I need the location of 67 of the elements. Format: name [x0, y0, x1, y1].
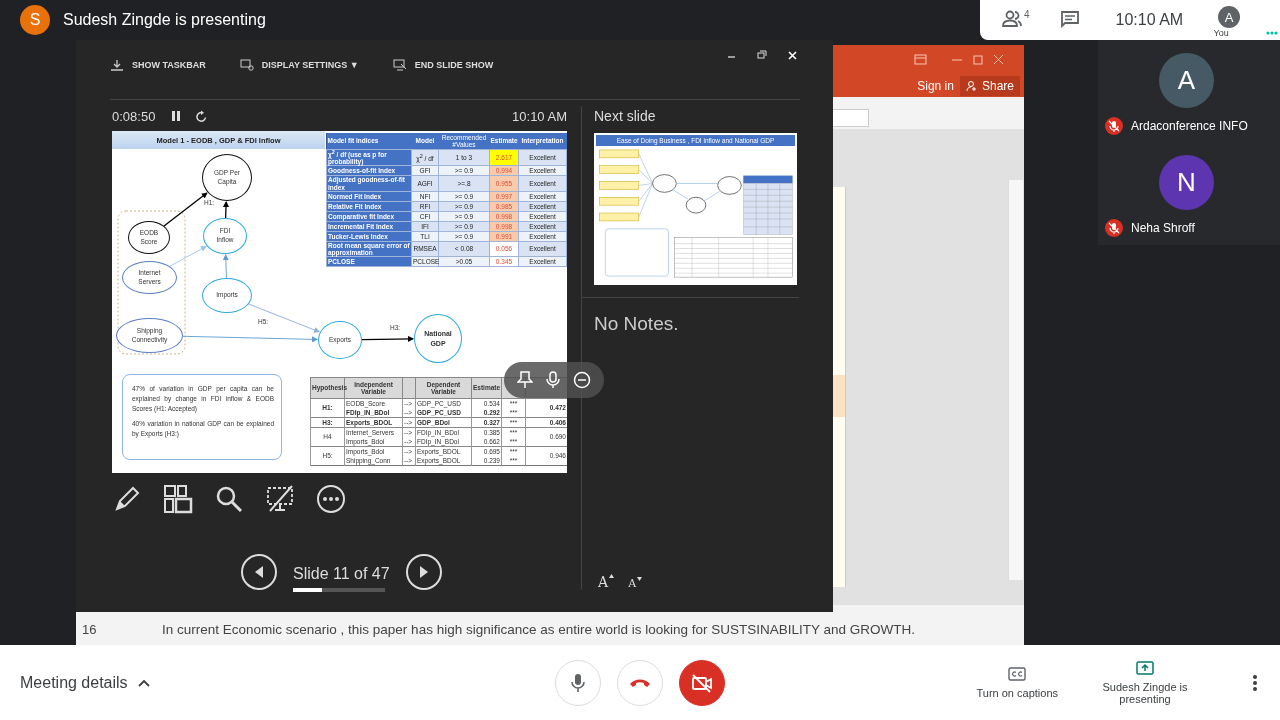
- show-taskbar-button[interactable]: SHOW TASKBAR: [110, 58, 206, 71]
- next-slide-button[interactable]: [405, 554, 442, 590]
- monitor-icon: [392, 58, 407, 71]
- elapsed-timer: 0:08:50: [112, 108, 156, 124]
- caret-up-icon: [137, 678, 150, 687]
- scrollbar[interactable]: [1008, 180, 1023, 580]
- pause-icon[interactable]: [171, 110, 182, 122]
- leave-call-button[interactable]: [617, 659, 663, 706]
- restart-icon[interactable]: [195, 109, 209, 123]
- more-options-icon[interactable]: [316, 484, 346, 514]
- microphone-button[interactable]: [555, 659, 601, 706]
- next-slide-label: Next slide: [594, 108, 657, 126]
- self-label: You: [1213, 28, 1229, 38]
- more-dots-icon: [1266, 31, 1278, 35]
- captions-icon: [1008, 666, 1027, 681]
- participant-avatar: N: [1159, 155, 1214, 210]
- sign-in-link[interactable]: Sign in: [917, 79, 954, 93]
- down-caret-icon: [637, 577, 643, 581]
- pin-icon[interactable]: [516, 371, 533, 389]
- participant-name: Neha Shroff: [1131, 221, 1195, 235]
- zoom-icon[interactable]: [214, 484, 244, 514]
- path-arrow: [223, 201, 229, 219]
- slide-counter: Slide 11 of 47: [293, 564, 390, 583]
- dropdown-field[interactable]: [831, 109, 869, 127]
- decrease-font-button[interactable]: A: [628, 577, 643, 590]
- path-arrow: [361, 335, 414, 342]
- pen-icon[interactable]: [112, 484, 142, 514]
- hang-up-phone-icon: [629, 677, 651, 688]
- chat-button[interactable]: [1059, 10, 1080, 30]
- window-controls-icon[interactable]: [728, 50, 798, 62]
- all-slides-icon[interactable]: [163, 484, 193, 514]
- self-avatar: A: [1218, 6, 1241, 28]
- screen-slash-icon[interactable]: [265, 484, 295, 514]
- people-icon: [1002, 10, 1024, 28]
- camera-slash-icon: [691, 672, 713, 693]
- monitor-gear-icon: [239, 58, 254, 71]
- slide-number: 16: [81, 622, 98, 637]
- more-options-icon[interactable]: [1252, 673, 1258, 692]
- share-button[interactable]: Share: [959, 76, 1020, 96]
- notes-text: No Notes.: [582, 297, 799, 335]
- microphone-icon: [570, 672, 586, 693]
- microphone-icon[interactable]: [546, 371, 560, 389]
- presenter-avatar: S: [20, 5, 50, 35]
- left-triangle-icon: [253, 565, 265, 579]
- window-controls-icon: [914, 54, 1004, 66]
- display-settings-button[interactable]: DISPLAY SETTINGS ▼: [239, 58, 359, 71]
- minimize-icon[interactable]: [573, 371, 592, 389]
- up-caret-icon: [609, 574, 615, 578]
- speaker-notes-text: In current Economic scenario , this paper has high significance as entire world is looking for SUSTSINABILITY and GROWTH.: [162, 622, 916, 637]
- chat-icon: [1059, 10, 1080, 28]
- right-triangle-icon: [417, 565, 430, 579]
- clock-time: 10:10 AM: [512, 108, 567, 124]
- participant-avatar: A: [1159, 53, 1214, 108]
- increase-font-button[interactable]: A: [598, 574, 615, 590]
- participant-name: Ardaconference INFO: [1131, 119, 1248, 133]
- person-add-icon: [965, 80, 978, 92]
- end-slide-show-button[interactable]: END SLIDE SHOW: [392, 58, 494, 71]
- presenting-title: Sudesh Zingde is presenting: [63, 11, 266, 29]
- meeting-details-button[interactable]: Meeting details: [20, 673, 150, 692]
- download-arrow-icon: [110, 58, 124, 71]
- people-button[interactable]: 4: [1002, 10, 1030, 30]
- present-screen-icon: [1136, 660, 1154, 675]
- captions-button[interactable]: Turn on captions: [976, 666, 1058, 699]
- presenting-button[interactable]: Sudesh Zingde is presenting: [1100, 660, 1190, 705]
- previous-slide-button[interactable]: [241, 554, 277, 590]
- camera-button[interactable]: [679, 659, 725, 706]
- clock-time: 10:10 AM: [1115, 11, 1184, 29]
